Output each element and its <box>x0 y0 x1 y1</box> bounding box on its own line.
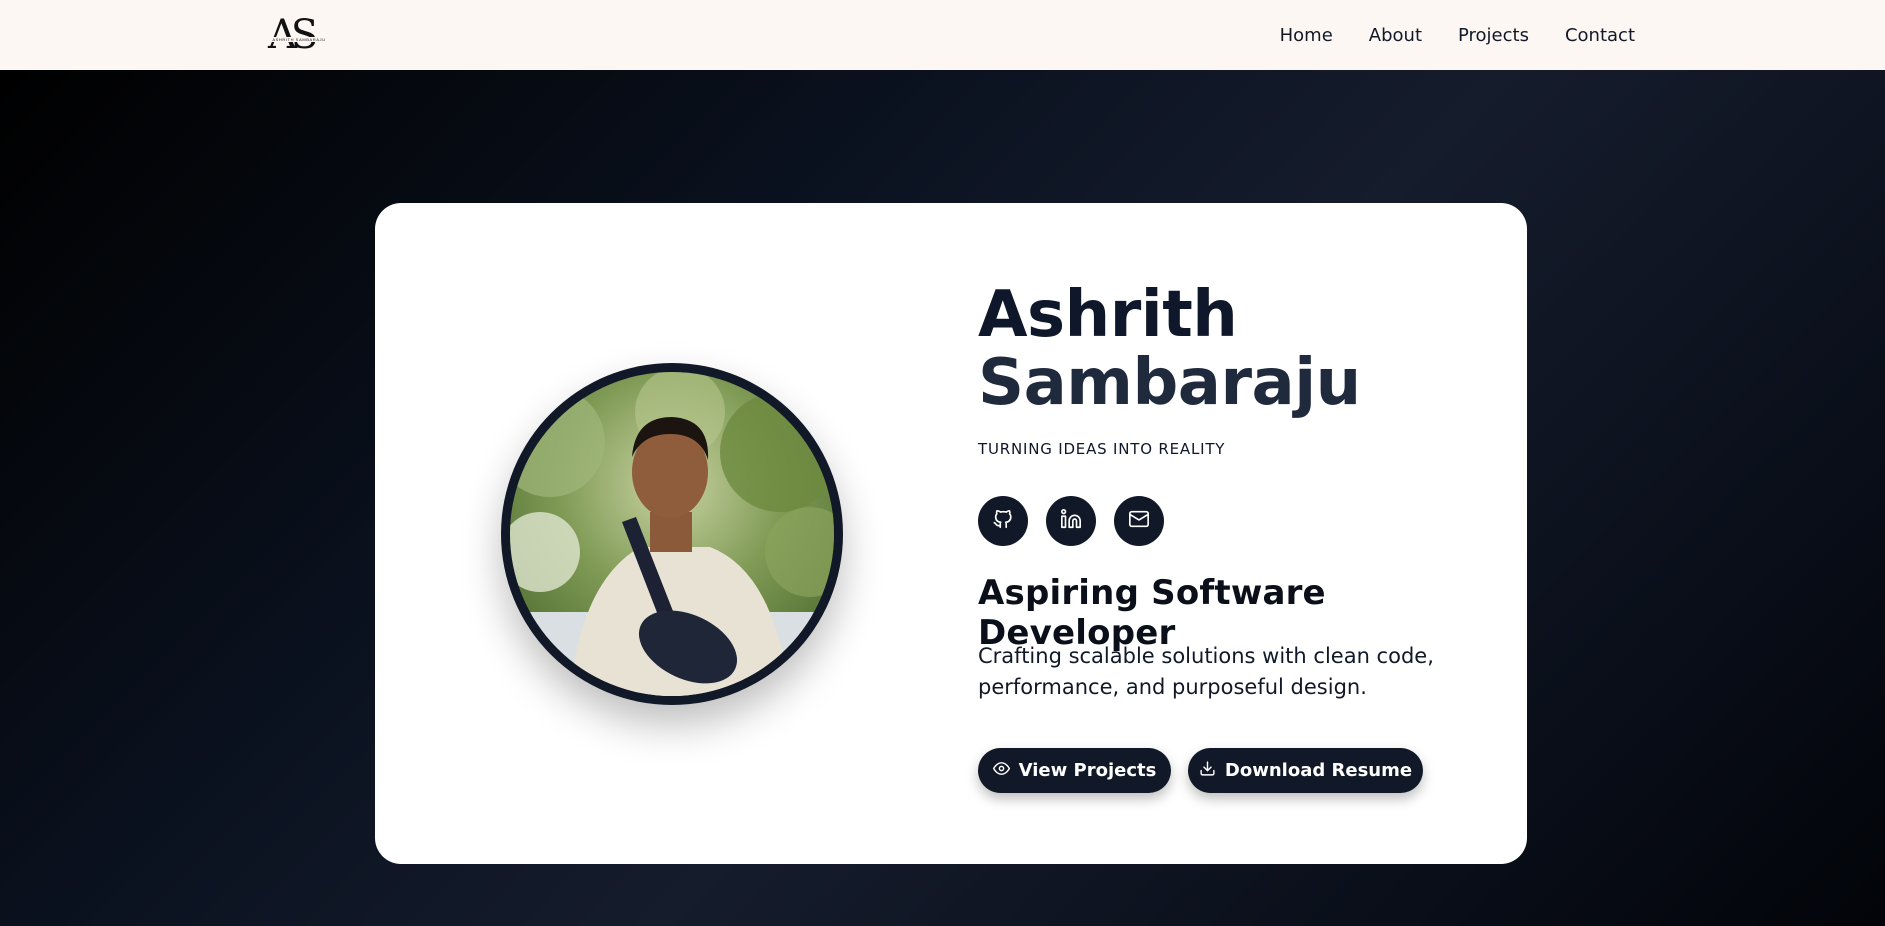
download-icon <box>1199 760 1216 782</box>
site-logo[interactable]: AS ASHRITH SAMBARAJU <box>266 15 332 57</box>
nav-home[interactable]: Home <box>1280 25 1333 46</box>
nav-projects[interactable]: Projects <box>1458 25 1529 46</box>
github-link[interactable] <box>978 496 1028 546</box>
nav-contact[interactable]: Contact <box>1565 25 1635 46</box>
main-nav: Home About Projects Contact <box>1280 0 1635 70</box>
view-projects-label: View Projects <box>1018 760 1157 781</box>
hero-tagline: TURNING IDEAS INTO REALITY <box>978 440 1226 458</box>
eye-icon <box>992 760 1010 782</box>
linkedin-link[interactable] <box>1046 496 1096 546</box>
linkedin-icon <box>1060 508 1082 534</box>
hero-name-last: Sambaraju <box>978 346 1361 420</box>
view-projects-button[interactable]: View Projects <box>978 748 1171 793</box>
hero-description: Crafting scalable solutions with clean c… <box>978 644 1434 699</box>
download-resume-label: Download Resume <box>1224 760 1413 781</box>
hero-name: Ashrith Sambaraju <box>978 281 1361 417</box>
profile-photo <box>510 372 834 696</box>
download-resume-button[interactable]: Download Resume <box>1188 748 1423 793</box>
site-header: AS ASHRITH SAMBARAJU Home About Projects… <box>0 0 1885 70</box>
profile-photo-frame <box>501 363 843 705</box>
social-links <box>978 496 1164 546</box>
logo-subtitle: ASHRITH SAMBARAJU <box>266 37 332 42</box>
hero-name-first: Ashrith <box>978 278 1238 352</box>
nav-about[interactable]: About <box>1369 25 1422 46</box>
logo-mark: AS <box>268 12 318 58</box>
intro-card: Ashrith Sambaraju TURNING IDEAS INTO REA… <box>375 203 1527 864</box>
github-icon <box>992 508 1014 534</box>
mail-icon <box>1128 508 1150 534</box>
email-link[interactable] <box>1114 496 1164 546</box>
